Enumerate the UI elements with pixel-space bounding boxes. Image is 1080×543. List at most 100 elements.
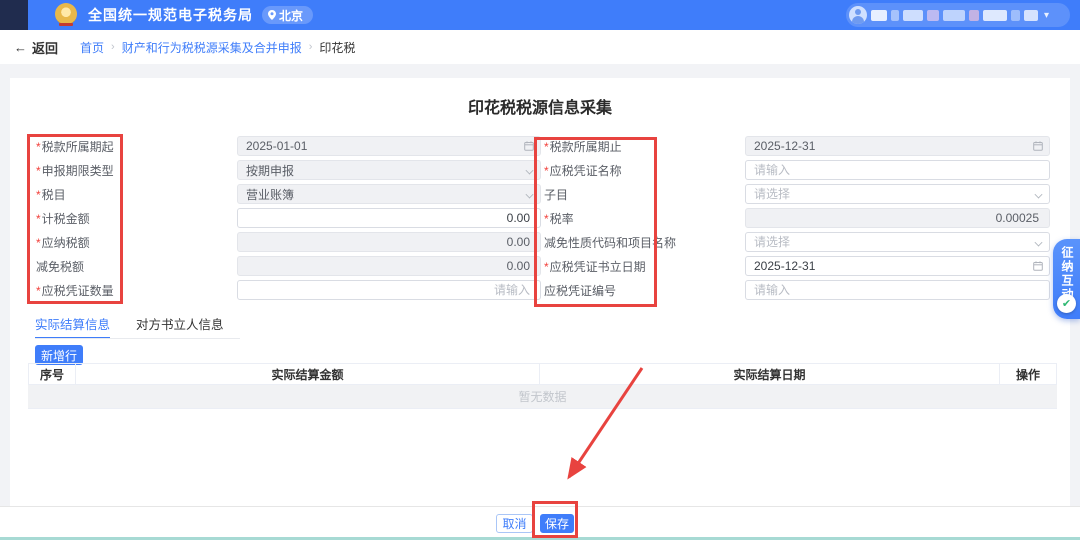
- location-label: 北京: [279, 7, 303, 24]
- reduction-code-name-select[interactable]: [745, 232, 1050, 252]
- calendar-icon: [1033, 141, 1043, 151]
- settlement-table: 序号 实际结算金额 实际结算日期 操作 暂无数据: [28, 363, 1057, 409]
- redacted-user-info: [927, 10, 939, 21]
- redacted-user-info: [1011, 10, 1020, 21]
- column-header-amount: 实际结算金额: [76, 364, 540, 384]
- calendar-icon[interactable]: [1033, 261, 1043, 271]
- field-label: *应税凭证数量: [29, 282, 237, 299]
- required-mark: *: [544, 140, 549, 154]
- back-label: 返回: [32, 38, 58, 57]
- form-row: 减免性质代码和项目名称: [537, 230, 1050, 254]
- main-card: 印花税税源信息采集 *税款所属期起 *申报期限类型 *税目 *计税金额 *应纳: [10, 78, 1070, 506]
- required-mark: *: [36, 236, 41, 250]
- redacted-user-info: [943, 10, 965, 21]
- breadcrumb-home[interactable]: 首页: [80, 39, 104, 56]
- breadcrumb-current: 印花税: [319, 39, 355, 56]
- form-row: *税率: [537, 206, 1050, 230]
- redacted-user-info: [1024, 10, 1038, 21]
- required-mark: *: [544, 260, 549, 274]
- form-row: *应税凭证书立日期: [537, 254, 1050, 278]
- user-avatar-icon: [849, 6, 867, 24]
- required-mark: *: [36, 140, 41, 154]
- back-arrow-icon: ←: [14, 40, 27, 55]
- breadcrumb-separator: ›: [111, 41, 115, 53]
- tab-actual-settlement[interactable]: 实际结算信息: [35, 314, 110, 339]
- filing-period-type-select: [237, 160, 541, 180]
- tab-counterparty[interactable]: 对方书立人信息: [136, 314, 224, 339]
- field-label: *税款所属期起: [29, 138, 237, 155]
- certificate-number-input[interactable]: [745, 280, 1050, 300]
- field-label: *应纳税额: [29, 234, 237, 251]
- column-header-operation: 操作: [1000, 364, 1057, 384]
- required-mark: *: [36, 164, 41, 178]
- tax-bureau-emblem-icon: [55, 3, 77, 25]
- field-label: 应税凭证编号: [537, 282, 745, 299]
- tab-divider: [35, 338, 240, 339]
- redacted-user-info: [903, 10, 923, 21]
- redacted-user-info: [871, 10, 887, 21]
- form-row: *税目: [29, 182, 541, 206]
- breadcrumb: 首页 › 财产和行为税税源采集及合并申报 › 印花税: [80, 39, 355, 56]
- user-dropdown-caret-icon[interactable]: ▾: [1044, 10, 1049, 21]
- column-header-date: 实际结算日期: [540, 364, 1000, 384]
- table-header-row: 序号 实际结算金额 实际结算日期 操作: [28, 363, 1057, 385]
- page: 全国统一规范电子税务局 北京 ▾ ← 返回 首页 › 财产和行为税税源采: [0, 0, 1080, 543]
- tax-item-select: [237, 184, 541, 204]
- field-label: *申报期限类型: [29, 162, 237, 179]
- field-label: *税率: [537, 210, 745, 227]
- tax-reduction-amount-input: [237, 256, 541, 276]
- taxable-certificate-name-input[interactable]: [745, 160, 1050, 180]
- taxable-certificate-count-input[interactable]: [237, 280, 541, 300]
- save-button[interactable]: 保存: [540, 514, 574, 533]
- form-column-left: *税款所属期起 *申报期限类型 *税目 *计税金额 *应纳税额 减免: [29, 134, 541, 302]
- tax-payable-input: [237, 232, 541, 252]
- form-row: 应税凭证编号: [537, 278, 1050, 302]
- form-row: *税款所属期起: [29, 134, 541, 158]
- field-label: *计税金额: [29, 210, 237, 227]
- redacted-user-info: [983, 10, 1007, 21]
- breadcrumb-collection[interactable]: 财产和行为税税源采集及合并申报: [122, 39, 302, 56]
- detail-tabs: 实际结算信息 对方书立人信息: [35, 314, 224, 339]
- add-row-button[interactable]: 新增行: [35, 345, 83, 365]
- form-column-right: *税款所属期止 *应税凭证名称 子目 *税率 减免性质代码和项目名称: [537, 134, 1050, 302]
- certificate-date-input[interactable]: [745, 256, 1050, 276]
- form-row: *应税凭证名称: [537, 158, 1050, 182]
- back-button[interactable]: ← 返回: [14, 38, 58, 57]
- tax-period-end-input: [745, 136, 1050, 156]
- field-label: 减免税额: [29, 258, 237, 275]
- form-row: 子目: [537, 182, 1050, 206]
- form-row: *申报期限类型: [29, 158, 541, 182]
- location-badge[interactable]: 北京: [262, 6, 313, 24]
- form-row: *计税金额: [29, 206, 541, 230]
- app-title: 全国统一规范电子税务局: [88, 0, 253, 30]
- sub-item-select[interactable]: [745, 184, 1050, 204]
- breadcrumb-separator: ›: [309, 41, 313, 53]
- field-label: *税款所属期止: [537, 138, 745, 155]
- column-header-index: 序号: [28, 364, 76, 384]
- page-title: 印花税税源信息采集: [10, 94, 1070, 118]
- app-header: 全国统一规范电子税务局 北京 ▾: [0, 0, 1080, 30]
- required-mark: *: [36, 284, 41, 298]
- cancel-button[interactable]: 取消: [496, 514, 533, 533]
- field-label: *应税凭证书立日期: [537, 258, 745, 275]
- required-mark: *: [36, 212, 41, 226]
- required-mark: *: [36, 188, 41, 202]
- required-mark: *: [544, 212, 549, 226]
- form-row: *应税凭证数量: [29, 278, 541, 302]
- user-account-area[interactable]: ▾: [846, 3, 1070, 27]
- field-label: *税目: [29, 186, 237, 203]
- field-label: 减免性质代码和项目名称: [537, 234, 745, 251]
- form-row: *应纳税额: [29, 230, 541, 254]
- field-label: *应税凭证名称: [537, 162, 745, 179]
- form-row: 减免税额: [29, 254, 541, 278]
- tax-rate-input: [745, 208, 1050, 228]
- breadcrumb-bar: ← 返回 首页 › 财产和行为税税源采集及合并申报 › 印花税: [0, 30, 1080, 64]
- location-pin-icon: [268, 10, 276, 20]
- redacted-user-info: [969, 10, 979, 21]
- interaction-chat-icon[interactable]: ✔: [1057, 294, 1076, 313]
- taxable-amount-input[interactable]: [237, 208, 541, 228]
- redacted-user-info: [891, 10, 899, 21]
- calendar-icon: [524, 141, 534, 151]
- form-row: *税款所属期止: [537, 134, 1050, 158]
- tax-period-start-input: [237, 136, 541, 156]
